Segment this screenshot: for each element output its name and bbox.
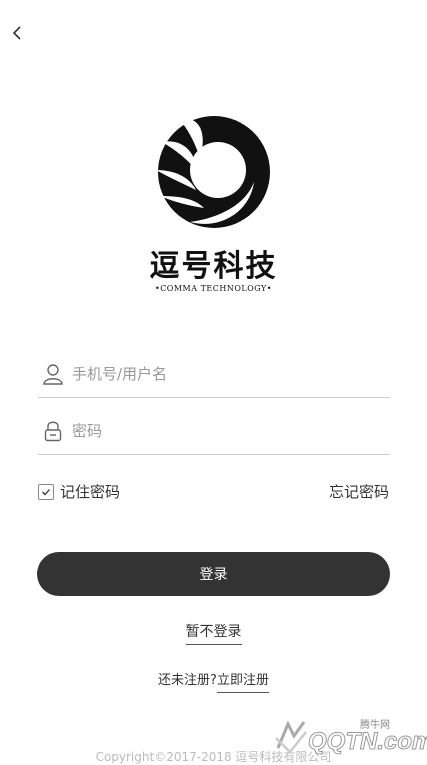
comma-logo-icon: [156, 116, 270, 228]
skip-login-row: 暂不登录: [0, 621, 427, 645]
remember-checkbox[interactable]: [38, 483, 54, 500]
username-field-row: [38, 351, 390, 398]
register-row: 还未注册?立即注册: [0, 669, 427, 693]
brand-name-en: •COMMA TECHNOLOGY•: [154, 284, 273, 293]
forgot-password-link[interactable]: 忘记密码: [329, 481, 389, 502]
copyright-text: Copyright©2017-2018 逗号科技有限公司: [95, 750, 332, 764]
watermark-sub-text: 腾牛网: [360, 720, 390, 731]
brand-name-cn: 逗号科技: [149, 249, 278, 284]
register-link[interactable]: 立即注册: [216, 673, 269, 693]
skip-login-link[interactable]: 暂不登录: [185, 624, 242, 645]
remember-label: 记住密码: [60, 483, 121, 501]
lock-icon: [42, 420, 64, 442]
back-button[interactable]: [6, 22, 28, 44]
remember-password-toggle[interactable]: 记住密码: [38, 481, 120, 502]
checkmark-icon: [42, 488, 50, 495]
chevron-left-icon: [12, 26, 21, 40]
user-icon: [42, 363, 64, 385]
login-button[interactable]: 登录: [37, 552, 390, 596]
username-input[interactable]: [72, 365, 372, 383]
password-input[interactable]: [72, 422, 372, 440]
register-prompt: 还未注册?: [158, 673, 217, 688]
password-field-row: [38, 408, 390, 455]
